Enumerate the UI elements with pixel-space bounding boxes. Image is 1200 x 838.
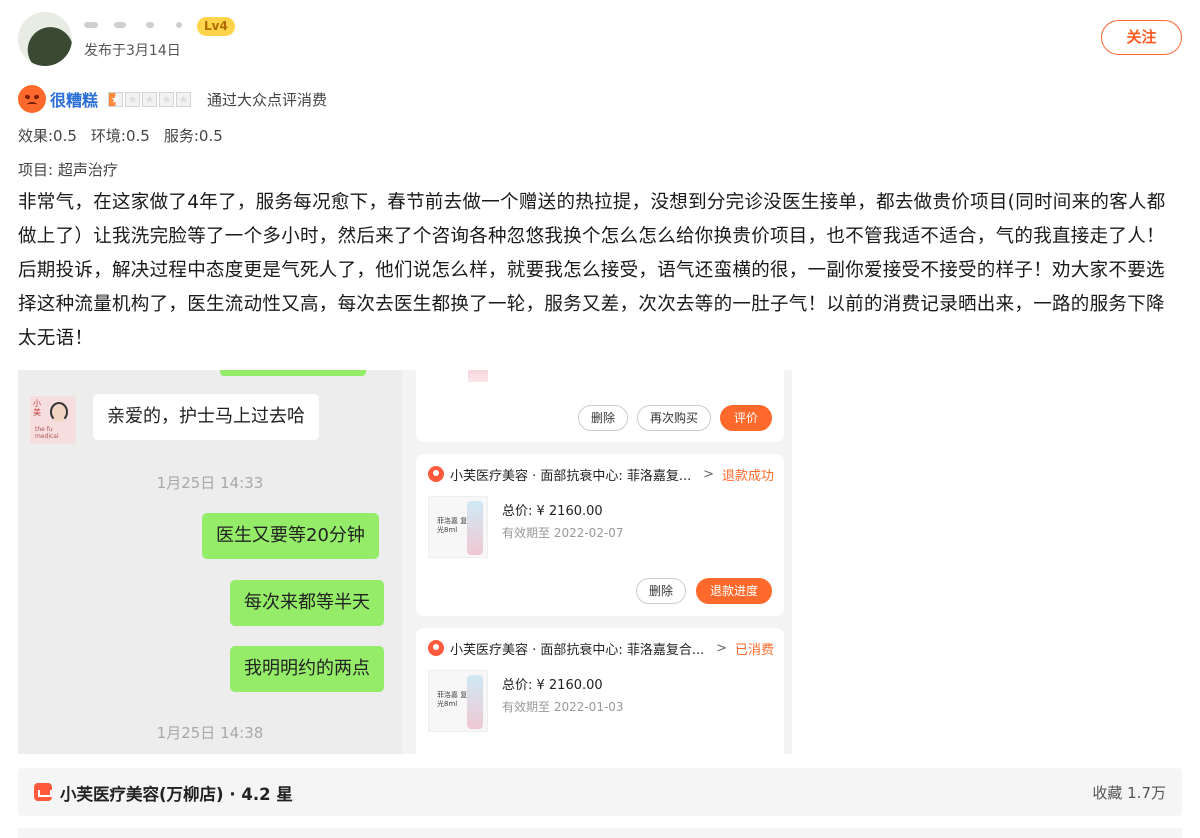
product-image: 菲洛嘉 复合水光8ml — [428, 670, 488, 732]
chevron-right-icon: > — [716, 640, 727, 656]
star-rating: ★ ★ ★ ★ ★ — [108, 91, 192, 107]
order-status: 已消费 — [734, 642, 774, 658]
favorites-count: 收藏 1.7万 — [1092, 784, 1166, 802]
rebuy-button[interactable]: 再次购买 — [637, 405, 711, 431]
refund-progress-button[interactable]: 退款进度 — [696, 578, 772, 604]
star-icon: ★ — [142, 91, 158, 107]
star-icon: ★ — [108, 91, 124, 107]
order-card-header[interactable]: 小芙医疗美容 · 面部抗衰中心: 菲洛嘉复... > 退款成功 — [428, 464, 774, 484]
chat-message-sent: 医生又要等20分钟 — [202, 513, 379, 559]
chat-screenshot[interactable]: 小美 the fu medical 亲爱的，护士马上过去哈 1月25日 14:3… — [18, 370, 402, 754]
delete-button[interactable]: 删除 — [578, 405, 628, 431]
review-button[interactable]: 评价 — [720, 405, 772, 431]
chat-timestamp: 1月25日 14:38 — [156, 724, 264, 742]
level-badge: Lv4 — [197, 17, 235, 36]
order-valid-date: 有效期至 2022-01-03 — [502, 700, 624, 714]
consume-note: 通过大众点评消费 — [207, 90, 328, 109]
chat-timestamp: 1月25日 14:33 — [156, 474, 264, 492]
order-total: 总价: ¥ 2160.00 — [502, 678, 603, 693]
order-card: 小芙医疗美容 · 面部抗衰中心: 菲洛嘉复... > 退款成功 菲洛嘉 复合水光… — [416, 454, 784, 616]
clinic-avatar: 小美 the fu medical — [30, 396, 76, 444]
product-image: 菲洛嘉 复合水光8ml — [428, 496, 488, 558]
publish-date: 发布于3月14日 — [84, 43, 181, 59]
score-list: 效果:0.5 环境:0.5 服务:0.5 — [18, 125, 223, 146]
delete-button[interactable]: 删除 — [636, 578, 686, 604]
username-redacted[interactable] — [84, 14, 194, 34]
score-service: 服务:0.5 — [163, 127, 223, 145]
project-label: 项目: 超声治疗 — [18, 161, 118, 179]
star-icon: ★ — [125, 91, 141, 107]
rating-label: 很糟糕 — [50, 91, 99, 110]
score-effect: 效果:0.5 — [18, 127, 77, 145]
order-valid-date: 有效期至 2022-02-07 — [502, 526, 624, 540]
orders-screenshot[interactable]: 删除 再次购买 评价 小芙医疗美容 · 面部抗衰中心: 菲洛嘉复... > 退款… — [402, 370, 792, 754]
chat-bubble-partial — [220, 370, 366, 376]
follow-button[interactable]: 关注 — [1101, 20, 1182, 55]
angry-face-icon — [18, 85, 46, 113]
chat-message-sent: 我明明约的两点 — [230, 646, 384, 692]
order-card: 小芙医疗美容 · 面部抗衰中心: 菲洛嘉复合... > 已消费 菲洛嘉 复合水光… — [416, 628, 784, 754]
next-section-strip — [18, 828, 1182, 838]
order-card-header[interactable]: 小芙医疗美容 · 面部抗衰中心: 菲洛嘉复合... > 已消费 — [428, 638, 774, 658]
shop-icon — [428, 466, 444, 482]
score-environment: 环境:0.5 — [90, 127, 150, 145]
shop-info-bar[interactable]: 小芙医疗美容(万柳店) · 4.2 星 收藏 1.7万 — [18, 768, 1182, 816]
shop-name: 小芙医疗美容 · 面部抗衰中心: 菲洛嘉复合... — [450, 642, 705, 658]
shop-name-rating[interactable]: 小芙医疗美容(万柳店) · 4.2 星 — [60, 781, 293, 805]
user-avatar[interactable] — [18, 12, 72, 66]
shop-icon — [34, 783, 52, 801]
chat-message-sent: 每次来都等半天 — [230, 580, 384, 626]
review-body: 非常气，在这家做了4年了，服务每况愈下，春节前去做一个赠送的热拉提，没想到分完诊… — [18, 192, 1166, 349]
rating-row: 很糟糕 ★ ★ ★ ★ ★ 通过大众点评消费 — [18, 85, 327, 113]
star-icon: ★ — [159, 91, 175, 107]
shop-icon — [428, 640, 444, 656]
shop-name: 小芙医疗美容 · 面部抗衰中心: 菲洛嘉复... — [450, 468, 692, 484]
chat-message-received: 亲爱的，护士马上过去哈 — [93, 394, 319, 440]
order-total: 总价: ¥ 2160.00 — [502, 504, 603, 519]
order-status: 退款成功 — [721, 468, 774, 484]
star-icon: ★ — [176, 91, 192, 107]
order-card: 删除 再次购买 评价 — [416, 370, 784, 442]
chevron-right-icon: > — [703, 466, 714, 482]
